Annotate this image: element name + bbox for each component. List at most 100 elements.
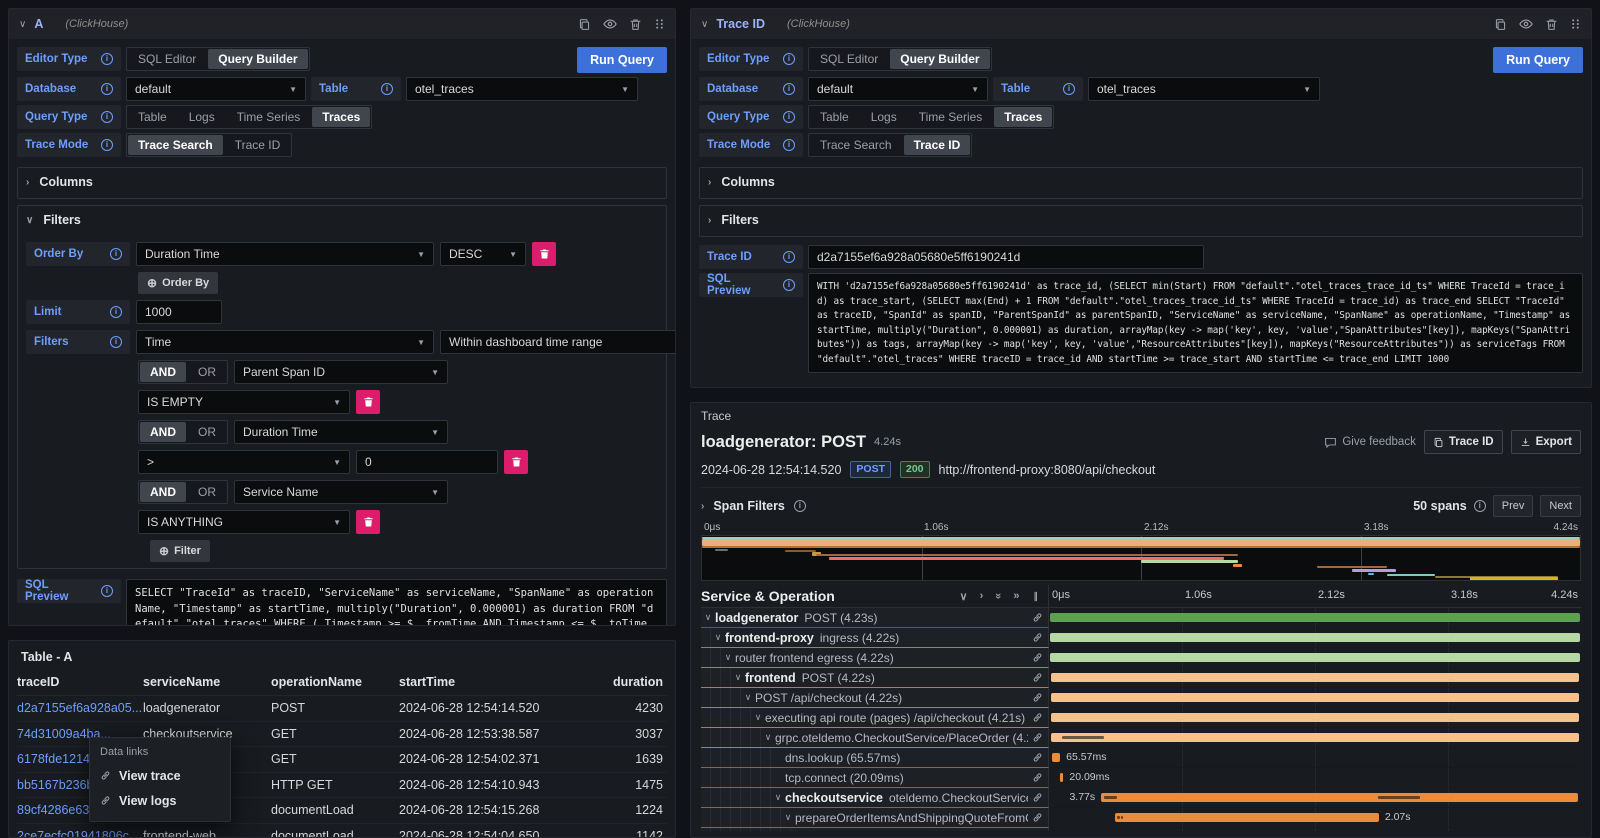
collapse-icon[interactable]: ∨ xyxy=(701,19,708,30)
col-header-starttime[interactable]: startTime xyxy=(399,675,587,689)
span-collapse-icon[interactable]: ∨ xyxy=(731,672,745,683)
view-trace-link[interactable]: View trace xyxy=(100,763,220,788)
order-by-field-select[interactable]: Duration Time▼ xyxy=(136,242,434,266)
span-link-icon[interactable] xyxy=(1032,692,1043,703)
trace-mode-id[interactable]: Trace ID xyxy=(224,134,292,156)
columns-section-header[interactable]: ›Columns xyxy=(708,172,1574,192)
trace-id-link[interactable]: d2a7155ef6a928a05... xyxy=(17,701,143,715)
span-link-icon[interactable] xyxy=(1032,652,1043,663)
database-select[interactable]: default▼ xyxy=(808,77,988,101)
filter-operator-select[interactable]: Within dashboard time range▼ xyxy=(440,330,676,354)
next-button[interactable]: Next xyxy=(1540,495,1581,517)
filter-operator-select[interactable]: IS EMPTY▼ xyxy=(138,390,350,414)
limit-input[interactable]: 1000 xyxy=(136,300,222,324)
order-by-dir-select[interactable]: DESC▼ xyxy=(440,242,526,266)
query-type-timeseries[interactable]: Time Series xyxy=(908,106,994,128)
hide-query-icon[interactable] xyxy=(1519,17,1533,31)
remove-order-by-button[interactable] xyxy=(532,242,556,266)
info-icon[interactable]: i xyxy=(110,306,122,318)
remove-filter-button[interactable] xyxy=(356,390,380,414)
span-bar[interactable] xyxy=(1101,793,1578,802)
span-link-icon[interactable] xyxy=(1032,612,1043,623)
info-icon[interactable]: i xyxy=(783,279,795,291)
info-icon[interactable]: i xyxy=(783,139,795,151)
info-icon[interactable]: i xyxy=(783,53,795,65)
remove-filter-button[interactable] xyxy=(356,510,380,534)
span-row[interactable]: ∨oteldemo.CartService/GetCart (23.22ms)2… xyxy=(701,828,1581,831)
query-type-timeseries[interactable]: Time Series xyxy=(226,106,312,128)
editor-type-sql[interactable]: SQL Editor xyxy=(127,48,207,70)
expand-all-icon[interactable]: » xyxy=(1013,590,1019,602)
span-row[interactable]: tcp.connect (20.09ms)20.09ms xyxy=(701,768,1581,788)
collapse-all-icon[interactable]: » xyxy=(992,593,1004,599)
delete-query-icon[interactable] xyxy=(629,18,642,31)
expand-one-icon[interactable]: › xyxy=(980,590,984,602)
query-type-table[interactable]: Table xyxy=(127,106,178,128)
trace-id-link[interactable]: 2ce7ecfc01941806c... xyxy=(17,829,143,838)
trace-id-button[interactable]: Trace ID xyxy=(1424,430,1503,454)
trace-mode-search[interactable]: Trace Search xyxy=(809,134,903,156)
col-header-duration[interactable]: duration xyxy=(587,675,667,689)
give-feedback-link[interactable]: Give feedback xyxy=(1324,436,1416,449)
span-link-icon[interactable] xyxy=(1032,732,1043,743)
info-icon[interactable]: i xyxy=(101,585,113,597)
span-bar[interactable] xyxy=(1115,813,1379,822)
editor-type-builder[interactable]: Query Builder xyxy=(890,49,989,69)
span-row[interactable]: ∨frontend-proxyingress (4.22s) xyxy=(701,628,1581,648)
query-type-traces[interactable]: Traces xyxy=(994,107,1052,127)
filter-field-select[interactable]: Parent Span ID▼ xyxy=(234,360,448,384)
prev-button[interactable]: Prev xyxy=(1493,495,1534,517)
span-row[interactable]: ∨router frontend egress (4.22s) xyxy=(701,648,1581,668)
span-bar[interactable] xyxy=(1052,753,1061,762)
span-row[interactable]: ∨prepareOrderItemsAndShippingQuoteFromCa… xyxy=(701,808,1581,828)
info-icon[interactable]: i xyxy=(101,83,113,95)
span-link-icon[interactable] xyxy=(1032,632,1043,643)
span-collapse-icon[interactable]: ∨ xyxy=(771,792,785,803)
span-filters-header[interactable]: › Span Filters i xyxy=(701,499,806,513)
filter-operator-select[interactable]: >▼ xyxy=(138,450,350,474)
hide-query-icon[interactable] xyxy=(603,17,617,31)
and-option[interactable]: AND xyxy=(140,482,186,502)
filter-value-input[interactable]: 0 xyxy=(356,450,498,474)
and-option[interactable]: AND xyxy=(140,362,186,382)
duplicate-icon[interactable] xyxy=(578,18,591,31)
export-button[interactable]: Export xyxy=(1511,430,1581,454)
table-select[interactable]: otel_traces▼ xyxy=(406,77,638,101)
span-bar[interactable] xyxy=(1051,733,1579,742)
delete-query-icon[interactable] xyxy=(1545,18,1558,31)
trace-mode-id[interactable]: Trace ID xyxy=(904,135,971,155)
span-bar[interactable] xyxy=(1050,633,1580,642)
database-select[interactable]: default▼ xyxy=(126,77,306,101)
span-row[interactable]: dns.lookup (65.57ms)65.57ms xyxy=(701,748,1581,768)
editor-type-sql[interactable]: SQL Editor xyxy=(809,48,889,70)
span-link-icon[interactable] xyxy=(1032,812,1043,823)
drag-handle-icon[interactable] xyxy=(654,18,665,30)
span-collapse-icon[interactable]: ∨ xyxy=(741,692,755,703)
info-icon[interactable]: i xyxy=(381,83,393,95)
span-bar[interactable] xyxy=(1050,653,1580,662)
span-collapse-icon[interactable]: ∨ xyxy=(721,652,735,663)
trace-mode-search[interactable]: Trace Search xyxy=(128,135,223,155)
column-resize-handle[interactable]: ∥ xyxy=(1034,591,1039,602)
span-bar[interactable] xyxy=(1050,613,1580,622)
or-option[interactable]: OR xyxy=(187,361,227,383)
span-link-icon[interactable] xyxy=(1032,672,1043,683)
col-header-traceid[interactable]: traceID xyxy=(17,675,143,689)
query-type-logs[interactable]: Logs xyxy=(860,106,908,128)
span-link-icon[interactable] xyxy=(1032,752,1043,763)
span-row[interactable]: ∨executing api route (pages) /api/checko… xyxy=(701,708,1581,728)
span-collapse-icon[interactable]: ∨ xyxy=(701,612,715,623)
col-header-servicename[interactable]: serviceName xyxy=(143,675,271,689)
filter-operator-select[interactable]: IS ANYTHING▼ xyxy=(138,510,350,534)
info-icon[interactable]: i xyxy=(794,500,806,512)
run-query-button[interactable]: Run Query xyxy=(577,47,667,73)
collapse-one-icon[interactable]: ∨ xyxy=(960,590,968,603)
filter-field-select[interactable]: Service Name▼ xyxy=(234,480,448,504)
span-collapse-icon[interactable]: ∨ xyxy=(761,732,775,743)
run-query-button[interactable]: Run Query xyxy=(1493,47,1583,73)
span-collapse-icon[interactable]: ∨ xyxy=(751,712,765,723)
span-row[interactable]: ∨loadgeneratorPOST (4.23s) xyxy=(701,608,1581,628)
remove-filter-button[interactable] xyxy=(504,450,528,474)
span-row[interactable]: ∨checkoutserviceoteldemo.CheckoutService… xyxy=(701,788,1581,808)
span-bar[interactable] xyxy=(1051,713,1579,722)
